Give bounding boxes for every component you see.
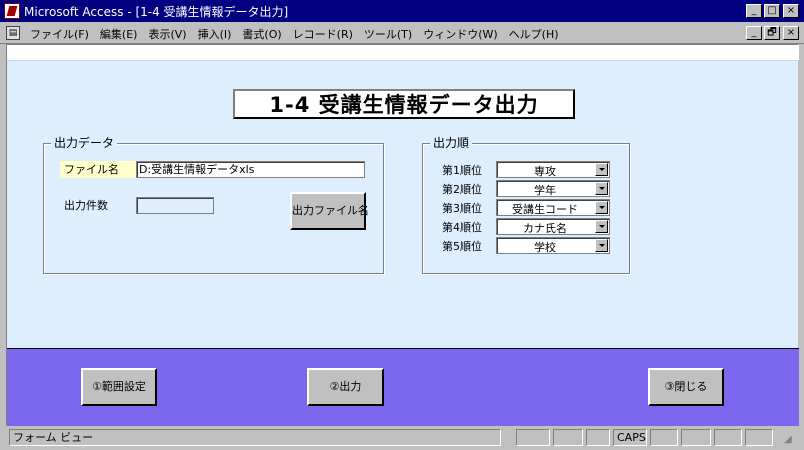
order-select-5[interactable]: 学校 bbox=[496, 237, 610, 254]
chevron-down-icon[interactable] bbox=[595, 163, 608, 176]
form-footer: ①範囲設定 ②出力 ③閉じる bbox=[7, 348, 799, 427]
filename-input[interactable]: D:受講生情報データxls bbox=[136, 161, 365, 178]
order-select-2[interactable]: 学年 bbox=[496, 180, 610, 197]
mdi-close-button[interactable]: × bbox=[783, 26, 799, 40]
close-button[interactable]: × bbox=[783, 4, 799, 18]
menu-view[interactable]: 表示(V) bbox=[148, 26, 186, 42]
menu-help[interactable]: ヘルプ(H) bbox=[509, 26, 559, 42]
menu-items: ファイル(F) 編集(E) 表示(V) 挿入(I) 書式(O) レコード(R) … bbox=[30, 26, 559, 42]
window-title: Microsoft Access - [1-4 受講生情報データ出力] bbox=[24, 5, 289, 19]
status-panel-4 bbox=[650, 429, 678, 446]
output-count-field bbox=[136, 197, 214, 214]
chevron-down-icon[interactable] bbox=[595, 201, 608, 214]
page-title: 1-4 受講生情報データ出力 bbox=[233, 89, 575, 119]
order-value-4: カナ氏名 bbox=[523, 222, 567, 235]
menu-insert[interactable]: 挿入(I) bbox=[198, 26, 232, 42]
chevron-down-icon[interactable] bbox=[595, 220, 608, 233]
access-app-icon[interactable] bbox=[4, 3, 20, 19]
order-label-2: 第2順位 bbox=[442, 183, 482, 196]
output-button[interactable]: ②出力 bbox=[307, 368, 384, 406]
order-value-5: 学校 bbox=[534, 241, 556, 254]
status-panel-1 bbox=[516, 429, 550, 446]
menu-tools[interactable]: ツール(T) bbox=[364, 26, 412, 42]
menu-edit[interactable]: 編集(E) bbox=[100, 26, 138, 42]
chevron-down-icon[interactable] bbox=[595, 182, 608, 195]
menu-records[interactable]: レコード(R) bbox=[293, 26, 353, 42]
order-label-1: 第1順位 bbox=[442, 164, 482, 177]
mdi-minimize-button[interactable]: _ bbox=[746, 26, 762, 40]
range-setting-button[interactable]: ①範囲設定 bbox=[81, 368, 157, 406]
menu-file[interactable]: ファイル(F) bbox=[30, 26, 89, 42]
maximize-button[interactable]: □ bbox=[764, 4, 780, 18]
status-panel-5 bbox=[681, 429, 711, 446]
close-form-button[interactable]: ③閉じる bbox=[648, 368, 724, 406]
menu-format[interactable]: 書式(O) bbox=[242, 26, 281, 42]
form-icon[interactable]: ▤ bbox=[6, 26, 20, 40]
status-view-text: フォーム ビュー bbox=[9, 429, 501, 446]
order-value-2: 学年 bbox=[534, 184, 556, 197]
output-data-legend: 出力データ bbox=[51, 134, 118, 151]
output-count-label: 出力件数 bbox=[64, 199, 108, 212]
form-area: 1-4 受講生情報データ出力 出力データ ファイル名 D:受講生情報データxls… bbox=[6, 44, 799, 427]
status-panel-2 bbox=[553, 429, 583, 446]
status-panel-7 bbox=[745, 429, 773, 446]
order-label-3: 第3順位 bbox=[442, 202, 482, 215]
form-header-band bbox=[7, 45, 799, 61]
menu-window[interactable]: ウィンドウ(W) bbox=[423, 26, 497, 42]
order-value-3: 受講生コード bbox=[512, 203, 578, 216]
order-value-1: 専攻 bbox=[534, 165, 556, 178]
order-select-3[interactable]: 受講生コード bbox=[496, 199, 610, 216]
status-caps: CAPS bbox=[613, 429, 647, 446]
order-select-1[interactable]: 専攻 bbox=[496, 161, 610, 178]
status-panel-3 bbox=[586, 429, 610, 446]
mdi-restore-button[interactable]: 🗗 bbox=[764, 26, 780, 40]
order-select-4[interactable]: カナ氏名 bbox=[496, 218, 610, 235]
resize-grip-icon[interactable]: ◢ bbox=[784, 434, 798, 448]
filename-label: ファイル名 bbox=[60, 161, 136, 178]
output-filename-button[interactable]: 出力ファイル名 bbox=[290, 192, 369, 230]
status-bar: フォーム ビュー CAPS ◢ bbox=[0, 426, 804, 450]
minimize-button[interactable]: _ bbox=[746, 4, 762, 18]
title-bar: Microsoft Access - [1-4 受講生情報データ出力] _ □ … bbox=[0, 0, 804, 22]
order-label-4: 第4順位 bbox=[442, 221, 482, 234]
chevron-down-icon[interactable] bbox=[595, 239, 608, 252]
order-label-5: 第5順位 bbox=[442, 240, 482, 253]
output-order-legend: 出力順 bbox=[430, 134, 473, 151]
menu-bar: ▤ ファイル(F) 編集(E) 表示(V) 挿入(I) 書式(O) レコード(R… bbox=[0, 22, 804, 44]
status-panel-6 bbox=[714, 429, 742, 446]
